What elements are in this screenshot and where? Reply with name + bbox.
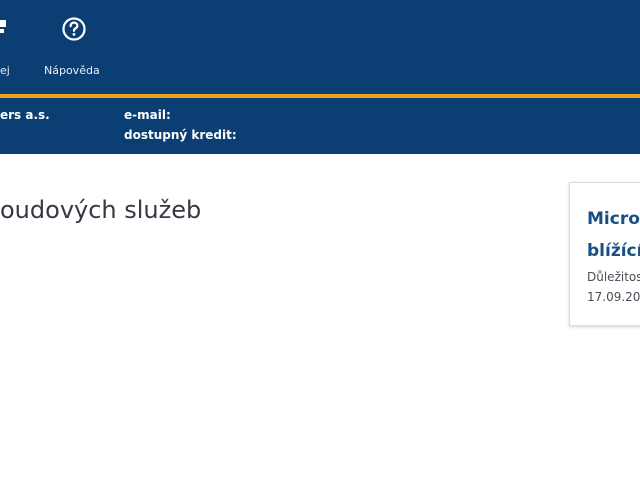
nav-item-sales[interactable]: ej: [0, 14, 20, 84]
company-name: ers a.s.: [0, 108, 50, 122]
news-category: Důležitos: [587, 270, 640, 284]
page-title: oudových služeb: [0, 196, 202, 224]
news-title-line-2: blížící: [587, 241, 640, 261]
top-navigation-bar: ej Nápověda: [0, 0, 640, 94]
news-title-line-1: Micro: [587, 209, 640, 229]
nav-item-sales-label: ej: [0, 64, 10, 77]
news-title[interactable]: Micro blížící: [587, 203, 640, 267]
news-card[interactable]: Micro blížící Důležitos 17.09.20: [569, 182, 640, 326]
nav-item-help-label: Nápověda: [44, 64, 100, 77]
credit-label: dostupný kredit:: [124, 128, 237, 142]
news-date: 17.09.20: [587, 290, 640, 304]
email-label: e-mail:: [124, 108, 171, 122]
nav-item-help[interactable]: Nápověda: [44, 14, 104, 84]
account-info-bar: ers a.s. e-mail: dostupný kredit:: [0, 98, 640, 154]
news-meta: Důležitos 17.09.20: [587, 267, 640, 307]
help-circle-icon: [61, 16, 87, 46]
cart-icon: [0, 16, 8, 44]
